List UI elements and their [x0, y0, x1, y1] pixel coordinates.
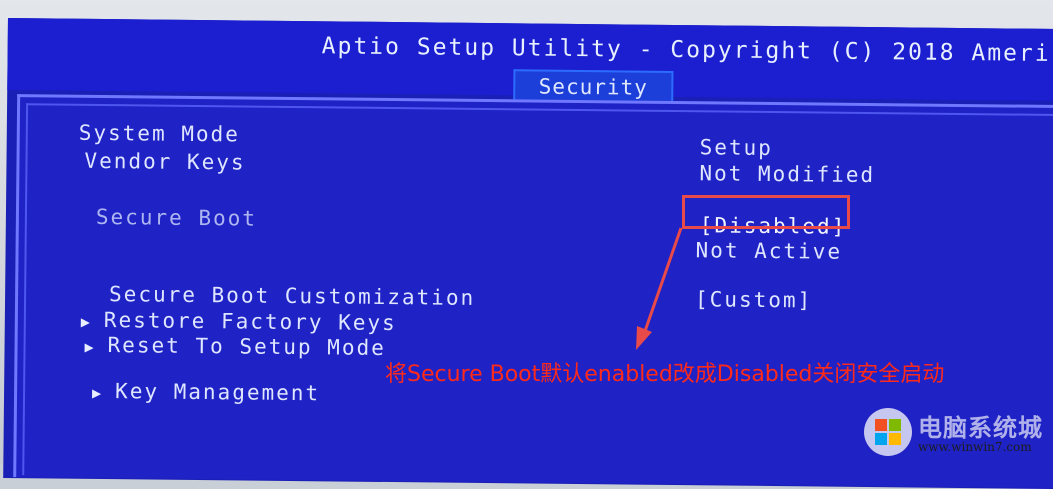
submenu-label: Restore Factory Keys [103, 308, 397, 336]
system-mode-label: System Mode [78, 120, 240, 147]
submenu-key-management[interactable]: ▶ Key Management [92, 379, 320, 405]
submenu-arrow-icon: ▶ [84, 337, 96, 356]
vendor-keys-label: Vendor Keys [84, 148, 246, 175]
submenu-restore-factory-keys[interactable]: ▶ Restore Factory Keys [81, 308, 397, 335]
tab-security[interactable]: Security [513, 69, 674, 103]
submenu-label: Reset To Setup Mode [107, 333, 386, 360]
annotation-text: 将Secure Boot默认enabled改成Disabled关闭安全启动 [385, 362, 945, 387]
secure-boot-customization-label[interactable]: Secure Boot Customization [109, 282, 475, 310]
submenu-label: Key Management [115, 379, 321, 406]
submenu-reset-to-setup-mode[interactable]: ▶ Reset To Setup Mode [84, 333, 385, 360]
secure-boot-customization-value[interactable]: [Custom] [695, 287, 812, 312]
windows-logo-icon [864, 408, 912, 456]
secure-boot-label[interactable]: Secure Boot [96, 205, 257, 231]
submenu-arrow-icon: ▶ [80, 312, 92, 331]
red-highlight-box [682, 195, 850, 229]
title-bar: Aptio Setup Utility - Copyright (C) 2018… [7, 18, 1053, 103]
watermark-url: www.winwin7.com [918, 440, 1032, 454]
watermark: 电脑系统城 www.winwin7.com [858, 398, 1053, 464]
app-title: Aptio Setup Utility - Copyright (C) 2018… [321, 33, 1051, 67]
submenu-arrow-icon: ▶ [91, 383, 104, 403]
watermark-text: 电脑系统城 [918, 414, 1043, 442]
system-mode-value: Setup [699, 135, 774, 161]
vendor-keys-value: Not Modified [699, 161, 876, 188]
secure-boot-status: Not Active [695, 238, 843, 264]
